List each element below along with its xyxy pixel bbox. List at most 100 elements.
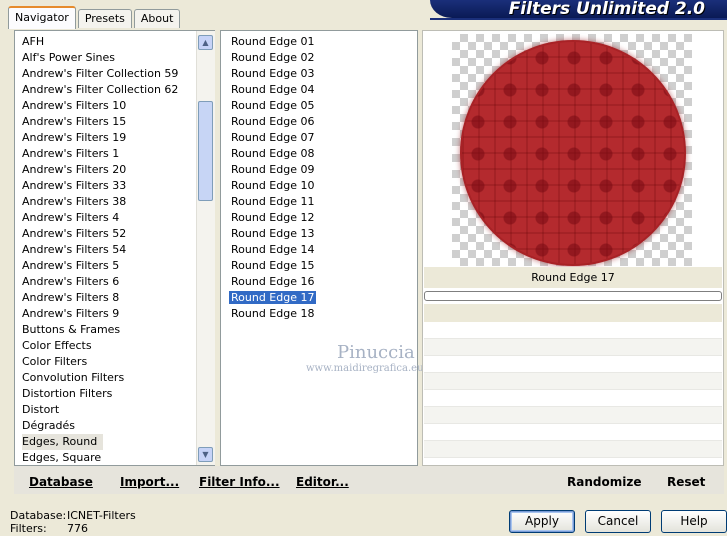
category-item-label: AFH [22,35,45,48]
watermark-name: Pinuccia [337,342,415,363]
category-item-label: Andrew's Filter Collection 59 [22,67,179,80]
filters-label: Filters: [10,522,47,535]
scroll-thumb[interactable] [198,101,213,201]
effect-item[interactable]: Round Edge 06 [229,114,414,130]
effect-item[interactable]: Round Edge 17 [229,290,414,306]
effect-item[interactable]: Round Edge 14 [229,242,414,258]
effect-item-label: Round Edge 13 [231,227,315,240]
category-item-label: Andrew's Filters 10 [22,99,127,112]
editor-button[interactable]: Editor... [296,475,349,489]
effect-item-label: Round Edge 01 [231,35,315,48]
effect-item[interactable]: Round Edge 03 [229,66,414,82]
category-list-panel: AFH Alf's Power Sines Andrew's Filter Coll… [14,30,215,466]
category-item-label: Distort [22,403,60,416]
effect-item[interactable]: Round Edge 10 [229,178,414,194]
tab-navigator[interactable]: Navigator [8,6,76,29]
category-item[interactable]: Distort [18,402,196,418]
category-item-label: Edges, Round [22,434,104,450]
category-item[interactable]: Edges, Round [18,434,196,450]
param-row [424,441,722,458]
category-item[interactable]: Distortion Filters [18,386,196,402]
category-item[interactable]: Andrew's Filter Collection 62 [18,82,196,98]
effect-item[interactable]: Round Edge 12 [229,210,414,226]
category-item-label: Andrew's Filters 38 [22,195,127,208]
category-item[interactable]: Buttons & Frames [18,322,196,338]
tab-about[interactable]: About [133,9,181,28]
category-item[interactable]: Andrew's Filters 5 [18,258,196,274]
effect-item[interactable]: Round Edge 11 [229,194,414,210]
category-item-label: Andrew's Filters 52 [22,227,127,240]
scroll-down-arrow-icon[interactable]: ▼ [198,447,213,462]
category-item[interactable]: Andrew's Filters 15 [18,114,196,130]
effect-item-label: Round Edge 11 [231,195,315,208]
category-item-label: Andrew's Filters 4 [22,211,120,224]
effect-item[interactable]: Round Edge 07 [229,130,414,146]
effect-item-label: Round Edge 17 [229,291,317,304]
tab-presets[interactable]: Presets [77,9,132,28]
preview-image [452,34,692,266]
banner-underline [430,18,727,20]
effect-item[interactable]: Round Edge 05 [229,98,414,114]
category-item[interactable]: Andrew's Filters 4 [18,210,196,226]
category-item[interactable]: Andrew's Filters 19 [18,130,196,146]
effect-item-label: Round Edge 07 [231,131,315,144]
category-item[interactable]: Dégradés [18,418,196,434]
param-row [424,322,722,339]
category-item[interactable]: Color Effects [18,338,196,354]
category-item-label: Andrew's Filters 19 [22,131,127,144]
param-row [424,339,722,356]
effect-item-label: Round Edge 02 [231,51,315,64]
category-item[interactable]: Alf's Power Sines [18,50,196,66]
effect-item[interactable]: Round Edge 09 [229,162,414,178]
category-item[interactable]: Andrew's Filters 54 [18,242,196,258]
category-item[interactable]: Andrew's Filter Collection 59 [18,66,196,82]
category-item-label: Andrew's Filters 33 [22,179,127,192]
effect-item[interactable]: Round Edge 16 [229,274,414,290]
apply-button[interactable]: Apply [509,510,575,533]
effect-item[interactable]: Round Edge 04 [229,82,414,98]
category-item-label: Andrew's Filters 5 [22,259,120,272]
effect-item[interactable]: Round Edge 01 [229,34,414,50]
database-value: ICNET-Filters [67,509,136,522]
category-item[interactable]: AFH [18,34,196,50]
category-scrollbar[interactable]: ▲ ▼ [196,31,215,465]
effect-item-label: Round Edge 10 [231,179,315,192]
category-item[interactable]: Color Filters [18,354,196,370]
cancel-button[interactable]: Cancel [585,510,651,533]
category-item[interactable]: Edges, Square [18,450,196,466]
category-item[interactable]: Andrew's Filters 6 [18,274,196,290]
category-item[interactable]: Andrew's Filters 9 [18,306,196,322]
category-item-label: Andrew's Filters 1 [22,147,120,160]
effect-item[interactable]: Round Edge 13 [229,226,414,242]
category-item[interactable]: Andrew's Filters 20 [18,162,196,178]
effect-item[interactable]: Round Edge 18 [229,306,414,322]
app-title-banner: Filters Unlimited 2.0 [430,0,727,18]
category-item[interactable]: Andrew's Filters 33 [18,178,196,194]
scroll-up-arrow-icon[interactable]: ▲ [198,35,213,50]
category-item-label: Distortion Filters [22,387,113,400]
param-row [424,356,722,373]
database-button[interactable]: Database [29,475,93,489]
param-row [424,373,722,390]
effect-item-label: Round Edge 05 [231,99,315,112]
category-item[interactable]: Andrew's Filters 52 [18,226,196,242]
param-row [424,390,722,407]
randomize-button[interactable]: Randomize [567,475,641,489]
category-item[interactable]: Andrew's Filters 38 [18,194,196,210]
effect-item[interactable]: Round Edge 02 [229,50,414,66]
filter-info-button[interactable]: Filter Info... [199,475,280,489]
watermark-url: www.maidiregrafica.eu [306,363,424,374]
effect-item-label: Round Edge 03 [231,67,315,80]
category-item[interactable]: Andrew's Filters 8 [18,290,196,306]
category-item-label: Andrew's Filter Collection 62 [22,83,179,96]
help-button[interactable]: Help [661,510,727,533]
effect-item[interactable]: Round Edge 08 [229,146,414,162]
category-item[interactable]: Andrew's Filters 1 [18,146,196,162]
category-item[interactable]: Andrew's Filters 10 [18,98,196,114]
import-button[interactable]: Import... [120,475,179,489]
filters-count: 776 [67,522,88,535]
reset-button[interactable]: Reset [667,475,705,489]
effect-item[interactable]: Round Edge 15 [229,258,414,274]
effect-item-label: Round Edge 16 [231,275,315,288]
category-item[interactable]: Convolution Filters [18,370,196,386]
